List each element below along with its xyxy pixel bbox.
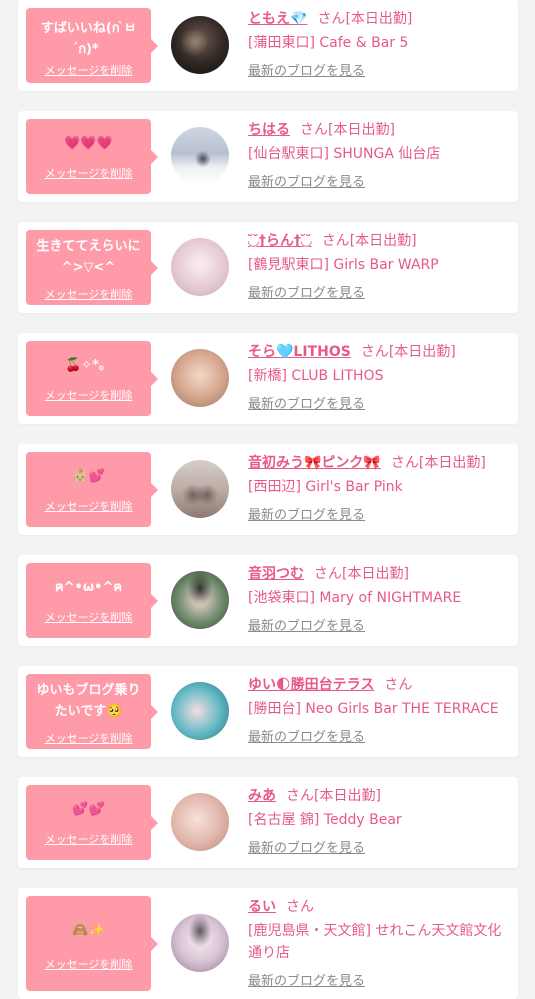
latest-blog-link[interactable]: 最新のブログを見る — [248, 970, 365, 989]
list-item: ゆいもブログ乗りたいです🥺 メッセージを削除 ゆい🌓勝田台テラス さん [勝田台]… — [18, 666, 518, 757]
honorific: さん — [390, 455, 419, 471]
list-item: ฅ^•ω•^ฅ メッセージを削除 音羽つむ さん[本日出勤] [池袋東口] Mar… — [18, 555, 518, 646]
honorific: さん — [317, 11, 346, 27]
cast-info: 音羽つむ さん[本日出勤] [池袋東口] Mary of NIGHTMARE 最新… — [248, 563, 510, 634]
message-text: すばいいね(ก ̀ㅂ ́ก)* — [40, 21, 137, 57]
latest-blog-link[interactable]: 最新のブログを見る — [248, 171, 365, 190]
honorific: さん — [314, 566, 342, 582]
list-item: すばいいね(ก ̀ㅂ ́ก)* メッセージを削除 ともえ💎 さん[本日出勤] [蒲… — [18, 0, 518, 91]
honorific: さん — [286, 899, 314, 915]
honorific: さん — [321, 233, 350, 249]
cast-name-link[interactable]: みあ — [248, 788, 276, 804]
delete-message-link[interactable]: メッセージを削除 — [26, 498, 151, 514]
message-text: 💗💗💗 — [64, 136, 113, 151]
cast-name-link[interactable]: ◟̆◞̆†らん†◟̆◞̆ — [248, 233, 312, 249]
list-item: 💕💕 メッセージを削除 みあ さん[本日出勤] [名古屋 錦] Teddy Bea… — [18, 777, 518, 868]
avatar[interactable] — [171, 16, 229, 74]
cast-info: ◟̆◞̆†らん†◟̆◞̆ さん[本日出勤] [鶴見駅東口] Girls Bar W… — [248, 230, 510, 301]
status-badge: [本日出勤] — [342, 566, 409, 582]
status-badge: [本日出勤] — [314, 788, 381, 804]
cast-info: みあ さん[本日出勤] [名古屋 錦] Teddy Bear 最新のブログを見る — [248, 785, 510, 856]
cast-info: ともえ💎 さん[本日出勤] [蒲田東口] Cafe & Bar 5 最新のブログを… — [248, 8, 510, 79]
cast-name-link[interactable]: ちはる — [248, 122, 290, 138]
message-bubble: ゆいもブログ乗りたいです🥺 メッセージを削除 — [26, 674, 158, 749]
message-bubble: 💕💕 メッセージを削除 — [26, 785, 158, 860]
message-bubble: ฅ^•ω•^ฅ メッセージを削除 — [26, 563, 158, 638]
favorites-list: すばいいね(ก ̀ㅂ ́ก)* メッセージを削除 ともえ💎 さん[本日出勤] [蒲… — [0, 0, 535, 999]
list-item: 🙈✨ メッセージを削除 るい さん [鹿児島県・天文館] せれこん天文館文化通り店… — [18, 888, 518, 999]
shop-name: [勝田台] Neo Girls Bar THE TERRACE — [248, 701, 499, 717]
message-bubble: 🙈✨ メッセージを削除 — [26, 896, 158, 991]
honorific: さん — [300, 122, 328, 138]
shop-name: [池袋東口] Mary of NIGHTMARE — [248, 590, 462, 606]
shop-name: [新橋] CLUB LITHOS — [248, 368, 384, 384]
shop-name: [鹿児島県・天文館] せれこん天文館文化通り店 — [248, 923, 502, 961]
status-badge: [本日出勤] — [349, 233, 417, 249]
list-item: 🍒✧*。 メッセージを削除 そら🩵LITHOS さん[本日出勤] [新橋] CLU… — [18, 333, 518, 424]
list-item: 💗💗💗 メッセージを削除 ちはる さん[本日出勤] [仙台駅東口] SHUNGA … — [18, 111, 518, 202]
message-bubble: 🍒✧*。 メッセージを削除 — [26, 341, 158, 416]
cast-name-link[interactable]: ゆい🌓勝田台テラス — [248, 677, 374, 693]
cast-name-link[interactable]: そら🩵LITHOS — [248, 344, 351, 360]
shop-name: [名古屋 錦] Teddy Bear — [248, 812, 402, 828]
cast-name-link[interactable]: 音初みう🎀ピンク🎀 — [248, 455, 381, 471]
message-text: 👶🏼💕 — [72, 469, 105, 484]
shop-name: [西田辺] Girl's Bar Pink — [248, 479, 403, 495]
latest-blog-link[interactable]: 最新のブログを見る — [248, 726, 365, 745]
avatar[interactable] — [171, 793, 229, 851]
shop-name: [鶴見駅東口] Girls Bar WARP — [248, 257, 439, 273]
latest-blog-link[interactable]: 最新のブログを見る — [248, 837, 365, 856]
latest-blog-link[interactable]: 最新のブログを見る — [248, 60, 365, 79]
cast-name-link[interactable]: ともえ💎 — [248, 11, 307, 27]
message-text: 🙈✨ — [72, 923, 105, 938]
avatar[interactable] — [171, 571, 229, 629]
cast-name-link[interactable]: 音羽つむ — [248, 566, 304, 582]
message-text: ゆいもブログ乗りたいです🥺 — [36, 683, 141, 719]
avatar[interactable] — [171, 914, 229, 972]
delete-message-link[interactable]: メッセージを削除 — [26, 286, 151, 302]
cast-info: ゆい🌓勝田台テラス さん [勝田台] Neo Girls Bar THE TERR… — [248, 674, 510, 745]
message-bubble: 生きててえらいに ^>▽<^ メッセージを削除 — [26, 230, 158, 305]
latest-blog-link[interactable]: 最新のブログを見る — [248, 504, 365, 523]
delete-message-link[interactable]: メッセージを削除 — [26, 730, 151, 746]
delete-message-link[interactable]: メッセージを削除 — [26, 387, 151, 403]
cast-info: るい さん [鹿児島県・天文館] せれこん天文館文化通り店 最新のブログを見る — [248, 896, 510, 989]
status-badge: [本日出勤] — [345, 11, 413, 27]
list-item: 生きててえらいに ^>▽<^ メッセージを削除 ◟̆◞̆†らん†◟̆◞̆ さん[本… — [18, 222, 518, 313]
status-badge: [本日出勤] — [388, 344, 456, 360]
delete-message-link[interactable]: メッセージを削除 — [26, 62, 151, 78]
cast-info: そら🩵LITHOS さん[本日出勤] [新橋] CLUB LITHOS 最新のブロ… — [248, 341, 510, 412]
delete-message-link[interactable]: メッセージを削除 — [26, 956, 151, 972]
avatar[interactable] — [171, 127, 229, 185]
cast-info: ちはる さん[本日出勤] [仙台駅東口] SHUNGA 仙台店 最新のブログを見る — [248, 119, 510, 190]
delete-message-link[interactable]: メッセージを削除 — [26, 165, 151, 181]
message-bubble: 💗💗💗 メッセージを削除 — [26, 119, 158, 194]
message-text: 生きててえらいに ^>▽<^ — [36, 239, 141, 275]
honorific: さん — [360, 344, 389, 360]
delete-message-link[interactable]: メッセージを削除 — [26, 831, 151, 847]
status-badge: [本日出勤] — [418, 455, 486, 471]
message-bubble: すばいいね(ก ̀ㅂ ́ก)* メッセージを削除 — [26, 8, 158, 83]
latest-blog-link[interactable]: 最新のブログを見る — [248, 282, 365, 301]
list-item: 👶🏼💕 メッセージを削除 音初みう🎀ピンク🎀 さん[本日出勤] [西田辺] Gir… — [18, 444, 518, 535]
status-badge: [本日出勤] — [328, 122, 395, 138]
honorific: さん — [384, 677, 413, 693]
shop-name: [蒲田東口] Cafe & Bar 5 — [248, 35, 409, 51]
avatar[interactable] — [171, 238, 229, 296]
message-text: 💕💕 — [72, 802, 105, 817]
cast-info: 音初みう🎀ピンク🎀 さん[本日出勤] [西田辺] Girl's Bar Pink … — [248, 452, 510, 523]
honorific: さん — [286, 788, 314, 804]
cast-name-link[interactable]: るい — [248, 899, 276, 915]
latest-blog-link[interactable]: 最新のブログを見る — [248, 615, 365, 634]
latest-blog-link[interactable]: 最新のブログを見る — [248, 393, 365, 412]
avatar[interactable] — [171, 682, 229, 740]
delete-message-link[interactable]: メッセージを削除 — [26, 609, 151, 625]
shop-name: [仙台駅東口] SHUNGA 仙台店 — [248, 146, 441, 162]
message-bubble: 👶🏼💕 メッセージを削除 — [26, 452, 158, 527]
message-text: 🍒✧*。 — [65, 358, 112, 373]
message-text: ฅ^•ω•^ฅ — [54, 580, 123, 595]
avatar[interactable] — [171, 349, 229, 407]
avatar[interactable] — [171, 460, 229, 518]
